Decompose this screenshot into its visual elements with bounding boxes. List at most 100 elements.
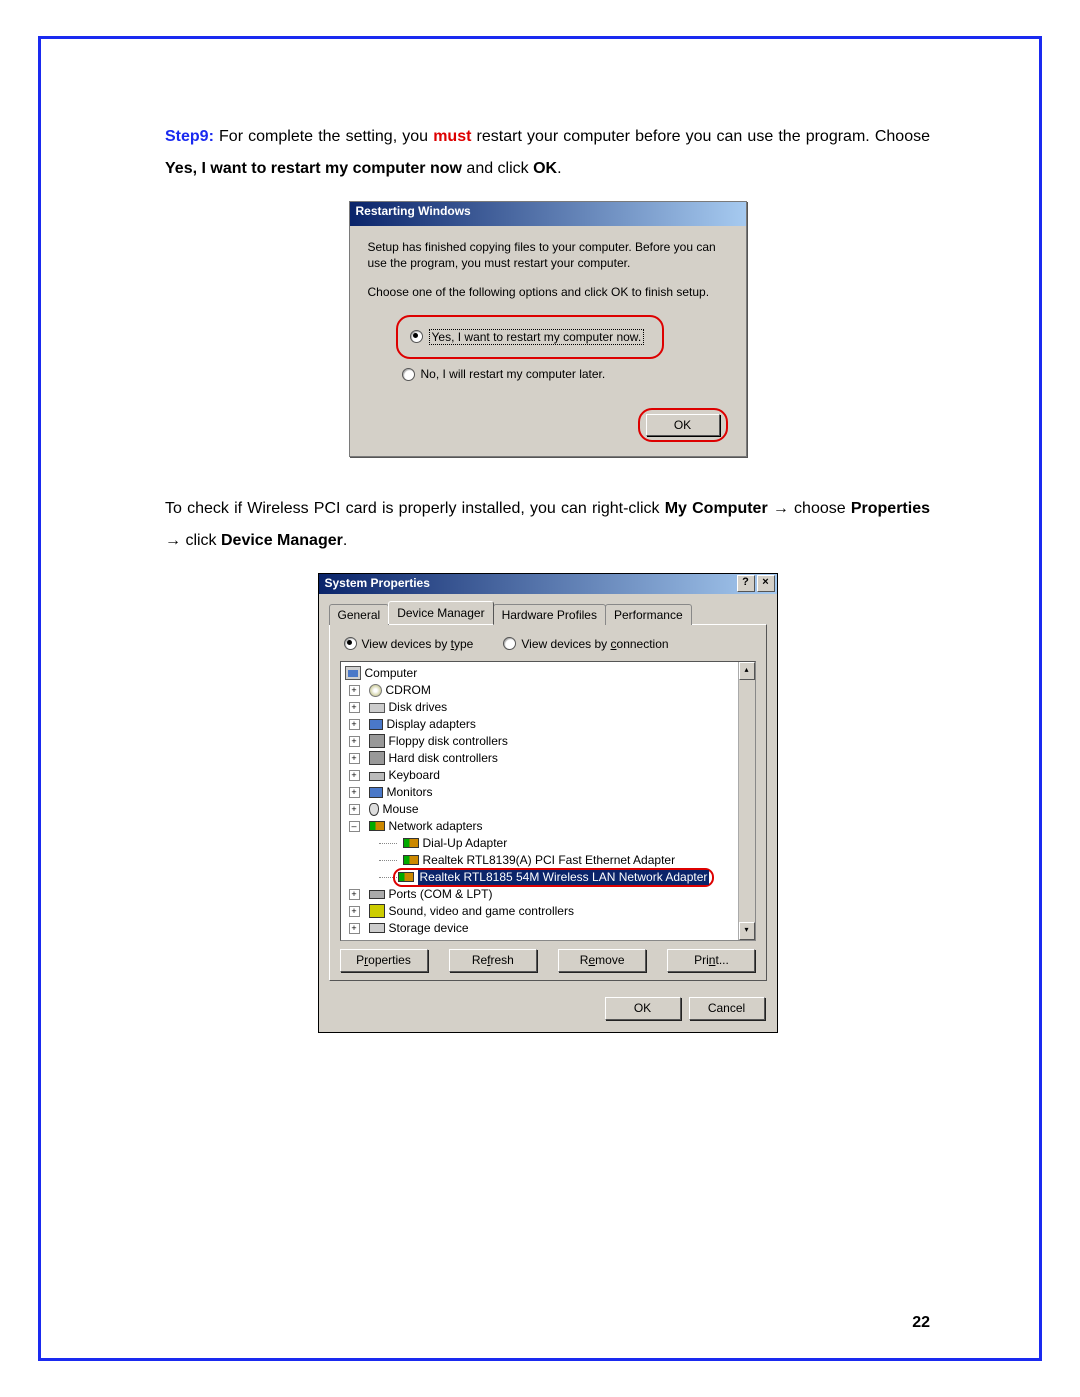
expand-icon[interactable]: + bbox=[349, 906, 360, 917]
tree-subitem[interactable]: Realtek RTL8139(A) PCI Fast Ethernet Ada… bbox=[379, 852, 734, 869]
expand-icon[interactable]: + bbox=[349, 889, 360, 900]
expand-icon[interactable]: + bbox=[349, 787, 360, 798]
titlebar-buttons: ? × bbox=[737, 575, 775, 592]
system-properties-dialog: System Properties ? × General Device Man… bbox=[318, 573, 778, 1033]
tab-hardware-profiles[interactable]: Hardware Profiles bbox=[493, 604, 606, 624]
remove-button[interactable]: Remove bbox=[558, 949, 646, 972]
text: → click bbox=[165, 532, 221, 549]
text: restart your computer before you can use… bbox=[471, 128, 930, 145]
view-by-type[interactable]: View devices by type bbox=[344, 637, 474, 651]
radio-no-row[interactable]: No, I will restart my computer later. bbox=[402, 367, 728, 381]
tree-item[interactable]: +Hard disk controllers bbox=[349, 750, 734, 767]
bold-text: My Computer bbox=[665, 500, 768, 517]
expand-icon[interactable]: + bbox=[349, 719, 360, 730]
radio-label: Yes, I want to restart my computer now. bbox=[429, 329, 645, 345]
ok-button[interactable]: OK bbox=[605, 997, 681, 1020]
label: View devices by connection bbox=[521, 637, 668, 651]
adapter-icon bbox=[403, 838, 419, 848]
vertical-scrollbar[interactable]: ▴ ▾ bbox=[738, 662, 755, 940]
text: → choose bbox=[768, 500, 851, 517]
step-label: Step9: bbox=[165, 128, 214, 145]
must-word: must bbox=[433, 128, 471, 145]
tree-line bbox=[379, 842, 397, 844]
tree-item[interactable]: +Ports (COM & LPT) bbox=[349, 886, 734, 903]
device-tree[interactable]: Computer +CDROM +Disk drives +Display ad… bbox=[340, 661, 756, 941]
tab-general[interactable]: General bbox=[329, 604, 390, 624]
properties-button[interactable]: Properties bbox=[340, 949, 428, 972]
tab-performance[interactable]: Performance bbox=[605, 604, 692, 624]
tree-item[interactable]: +CDROM bbox=[349, 682, 734, 699]
refresh-button[interactable]: Refresh bbox=[449, 949, 537, 972]
red-highlight: Realtek RTL8185 54M Wireless LAN Network… bbox=[393, 868, 715, 886]
view-mode-row: View devices by type View devices by con… bbox=[344, 637, 752, 651]
dialog-titlebar[interactable]: Restarting Windows bbox=[350, 202, 746, 226]
device-manager-panel: View devices by type View devices by con… bbox=[329, 624, 767, 981]
controller-icon bbox=[369, 751, 385, 765]
bold-text: Device Manager bbox=[221, 532, 343, 549]
scroll-down-button[interactable]: ▾ bbox=[739, 922, 755, 940]
step9-paragraph: Step9: For complete the setting, you mus… bbox=[165, 121, 930, 185]
radio-icon bbox=[410, 330, 423, 343]
tab-strip: General Device Manager Hardware Profiles… bbox=[329, 602, 767, 624]
expand-icon[interactable]: + bbox=[349, 923, 360, 934]
collapse-icon[interactable]: – bbox=[349, 821, 360, 832]
tree-root-computer[interactable]: Computer bbox=[345, 665, 734, 682]
cdrom-icon bbox=[369, 684, 382, 697]
help-button[interactable]: ? bbox=[737, 575, 755, 592]
expand-icon[interactable]: + bbox=[349, 753, 360, 764]
expand-icon[interactable]: + bbox=[349, 685, 360, 696]
tree-line bbox=[379, 859, 397, 861]
drive-icon bbox=[369, 703, 385, 713]
document-page: Step9: For complete the setting, you mus… bbox=[0, 0, 1080, 1397]
expand-icon[interactable]: + bbox=[349, 702, 360, 713]
view-by-connection[interactable]: View devices by connection bbox=[503, 637, 668, 651]
dialog-titlebar[interactable]: System Properties ? × bbox=[319, 574, 777, 594]
page-content: Step9: For complete the setting, you mus… bbox=[165, 105, 930, 1307]
cancel-button[interactable]: Cancel bbox=[689, 997, 765, 1020]
text: For complete the setting, you bbox=[214, 128, 433, 145]
tree-subitem-highlighted[interactable]: Realtek RTL8185 54M Wireless LAN Network… bbox=[379, 869, 734, 886]
text: . bbox=[557, 160, 561, 177]
text: and click bbox=[462, 160, 533, 177]
tree-item[interactable]: +Mouse bbox=[349, 801, 734, 818]
ok-button[interactable]: OK bbox=[646, 414, 720, 436]
sound-icon bbox=[369, 904, 385, 918]
expand-icon[interactable]: + bbox=[349, 736, 360, 747]
expand-icon[interactable]: + bbox=[349, 770, 360, 781]
tree-item[interactable]: +Sound, video and game controllers bbox=[349, 903, 734, 920]
tree-item[interactable]: +Monitors bbox=[349, 784, 734, 801]
tree-subitem[interactable]: Dial-Up Adapter bbox=[379, 835, 734, 852]
tree-item[interactable]: +Keyboard bbox=[349, 767, 734, 784]
text: . bbox=[343, 532, 347, 549]
tree-item[interactable]: +Storage device bbox=[349, 920, 734, 937]
keyboard-icon bbox=[369, 772, 385, 781]
check-install-paragraph: To check if Wireless PCI card is properl… bbox=[165, 493, 930, 557]
tree-item[interactable]: +Disk drives bbox=[349, 699, 734, 716]
tree-item[interactable]: +Display adapters bbox=[349, 716, 734, 733]
print-button[interactable]: Print... bbox=[667, 949, 755, 972]
bold-text: Properties bbox=[851, 500, 930, 517]
radio-yes-row[interactable]: Yes, I want to restart my computer now. bbox=[410, 329, 650, 345]
dialog-title: System Properties bbox=[325, 576, 430, 590]
dialog-button-row: OK bbox=[350, 404, 746, 456]
display-icon bbox=[369, 719, 383, 730]
tree-body: Computer +CDROM +Disk drives +Display ad… bbox=[341, 662, 738, 940]
selected-device-label: Realtek RTL8185 54M Wireless LAN Network… bbox=[418, 870, 710, 884]
close-button[interactable]: × bbox=[757, 575, 775, 592]
dialog-footer: OK Cancel bbox=[319, 989, 777, 1032]
ports-icon bbox=[369, 890, 385, 899]
tree-item-network[interactable]: –Network adapters bbox=[349, 818, 734, 835]
controller-icon bbox=[369, 734, 385, 748]
text: To check if Wireless PCI card is properl… bbox=[165, 500, 665, 517]
bold-text: Yes, I want to restart my computer now bbox=[165, 160, 462, 177]
expand-icon[interactable]: + bbox=[349, 804, 360, 815]
label: View devices by type bbox=[362, 637, 474, 651]
radio-icon bbox=[402, 368, 415, 381]
tree-item-truncated: +Custom devices bbox=[349, 937, 734, 940]
scroll-up-button[interactable]: ▴ bbox=[739, 662, 755, 680]
dialog-title: Restarting Windows bbox=[356, 204, 471, 218]
tab-device-manager[interactable]: Device Manager bbox=[388, 601, 493, 623]
mouse-icon bbox=[369, 803, 379, 816]
computer-icon bbox=[345, 666, 361, 680]
tree-item[interactable]: +Floppy disk controllers bbox=[349, 733, 734, 750]
